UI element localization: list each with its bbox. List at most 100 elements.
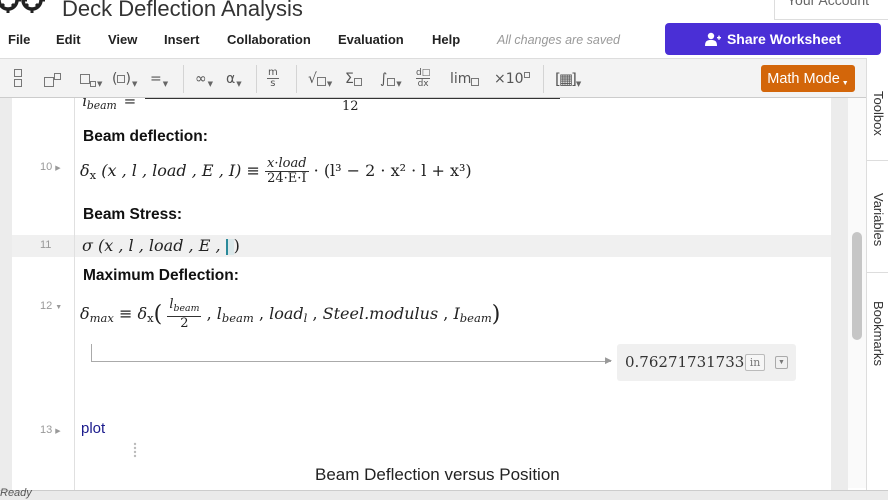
tab-variables[interactable]: Variables	[868, 170, 888, 270]
deflection-args: (x , l , load , E , I)	[101, 161, 242, 180]
chevron-down-icon: ▼	[55, 304, 63, 311]
drag-handle-icon[interactable]	[133, 442, 137, 458]
deflection-tail: · (l³ − 2 · x² · l + x³)	[313, 161, 472, 180]
region-number-10[interactable]: 10 ▶	[40, 161, 61, 173]
region-number-13[interactable]: 13 ▶	[40, 424, 61, 436]
heading-beam-stress[interactable]: Beam Stress:	[83, 206, 182, 224]
text-cursor-placeholder[interactable]	[225, 238, 234, 255]
tab-toolbox-label: Toolbox	[871, 90, 886, 136]
limit-icon[interactable]: lim	[450, 67, 480, 91]
sheet-margin-left	[0, 98, 12, 490]
subscript-template-icon[interactable]: ▼	[80, 67, 102, 91]
sigma-symbol: Σ	[345, 71, 354, 87]
constants-menu[interactable]: ∞ ▼	[195, 67, 213, 91]
math-mode-label: Math Mode	[767, 70, 840, 87]
tab-toolbox[interactable]: Toolbox	[868, 68, 888, 158]
sci-label: ×10	[494, 71, 524, 87]
result-output[interactable]: 0.762717317337 in ▼	[617, 344, 796, 381]
menu-view[interactable]: View	[108, 32, 137, 47]
maxdef-fraction: lbeam 2	[167, 298, 202, 331]
deflection-frac-num: x·load	[265, 156, 309, 172]
maxdef-arg4: Steel.modulus	[322, 304, 439, 323]
maxdef-frac-den: 2	[180, 316, 189, 331]
math-mode-dropdown[interactable]: Math Mode ▼	[761, 65, 855, 92]
deflection-fn: δ	[80, 161, 90, 180]
stress-args: (x , l , load , E ,	[98, 236, 226, 255]
deflection-fraction: x·load 24·E·I	[265, 157, 309, 186]
menu-file[interactable]: File	[8, 32, 30, 47]
region-13-label: 13	[40, 424, 53, 436]
maxdef-arg3-sub: l	[303, 311, 308, 325]
chevron-down-icon[interactable]: ▼	[775, 356, 788, 369]
matrix-icon[interactable]: [▦] ▼	[555, 67, 581, 91]
account-label[interactable]: Your Account	[787, 0, 869, 8]
deriv-bottom: dx	[417, 79, 429, 89]
deflection-sub: x	[89, 168, 97, 182]
sheet-margin-right	[831, 98, 848, 490]
stress-expression[interactable]: σ (x , l , load , E , )	[82, 236, 240, 255]
infinity-icon: ∞	[195, 71, 207, 87]
scientific-notation-icon[interactable]: ×10	[494, 67, 530, 91]
deflection-definition[interactable]: δx (x , l , load , E , I) ≡ x·load 24·E·…	[80, 157, 472, 186]
app-logo-icon	[0, 0, 45, 13]
document-title[interactable]: Deck Deflection Analysis	[62, 0, 303, 22]
status-bar: Ready	[0, 487, 888, 500]
deflection-def-op: ≡	[246, 161, 260, 180]
plot-title: Beam Deflection versus Position	[315, 465, 560, 484]
region-number-11[interactable]: 11	[40, 239, 51, 251]
maxdef-arg2-sub: beam	[221, 311, 254, 325]
region-number-12[interactable]: 12 ▼	[40, 300, 62, 312]
chevron-right-icon: ▶	[55, 428, 61, 435]
menu-bar: File Edit View Insert Collaboration Eval…	[0, 22, 888, 58]
menu-edit[interactable]: Edit	[56, 32, 81, 47]
insert-region-above-icon[interactable]	[14, 69, 22, 93]
partial-equation-top[interactable]: ıbeam =	[82, 92, 560, 112]
stress-fn: σ	[82, 236, 93, 255]
deflection-frac-den: 24·E·I	[267, 171, 307, 186]
maxdef-arg5-sub: beam	[459, 311, 492, 325]
tab-bookmarks-label: Bookmarks	[871, 301, 886, 367]
title-bar: Deck Deflection Analysis Your Account	[0, 0, 888, 22]
summation-icon[interactable]: Σ	[345, 67, 362, 91]
scrollbar-thumb[interactable]	[852, 232, 862, 340]
sqrt-symbol: √	[308, 71, 317, 87]
equals-operator-menu[interactable]: = ▼	[150, 67, 168, 91]
result-unit-placeholder[interactable]: in	[745, 354, 765, 371]
maxdef-call: δ	[137, 304, 148, 323]
insert-region-icon[interactable]	[44, 67, 61, 91]
lim-label: lim	[450, 71, 472, 87]
menu-collaboration[interactable]: Collaboration	[227, 32, 311, 47]
units-menu[interactable]: m s	[267, 68, 279, 92]
menu-evaluation[interactable]: Evaluation	[338, 32, 404, 47]
menu-insert[interactable]: Insert	[164, 32, 199, 47]
greek-letters-menu[interactable]: α ▼	[226, 67, 242, 91]
chevron-down-icon: ▼	[841, 80, 849, 87]
maxdef-def-op: ≡	[119, 304, 133, 323]
heading-beam-deflection[interactable]: Beam deflection:	[83, 128, 208, 146]
share-worksheet-button[interactable]: Share Worksheet	[665, 23, 881, 55]
maxdef-arg3: load	[269, 304, 304, 323]
parentheses-template-icon[interactable]: () ▼	[112, 67, 137, 91]
status-text: Ready	[0, 487, 32, 499]
tab-bookmarks[interactable]: Bookmarks	[868, 284, 888, 384]
heading-maximum-deflection[interactable]: Maximum Deflection:	[83, 267, 239, 285]
gutter-divider	[74, 98, 75, 490]
region-12-label: 12	[40, 300, 53, 312]
radical-operator-icon[interactable]: √ ▼	[308, 67, 332, 91]
save-status: All changes are saved	[497, 33, 620, 47]
max-deflection-definition[interactable]: δmax ≡ δx( lbeam 2 , lbeam , loadl , Ste…	[80, 298, 500, 331]
account-menu[interactable]: Your Account	[774, 0, 888, 20]
arrow-right-icon: ▶	[605, 355, 612, 365]
plot-command[interactable]: plot	[81, 420, 105, 437]
chevron-right-icon: ▶	[55, 165, 61, 172]
menu-help[interactable]: Help	[432, 32, 460, 47]
units-bottom: s	[270, 78, 276, 89]
maxdef-lhs-sub: max	[89, 311, 114, 325]
deriv-top: d□	[416, 68, 431, 79]
integral-symbol: ∫	[380, 71, 388, 87]
partial-denominator: 12	[342, 99, 359, 114]
maxdef-lhs: δ	[80, 304, 90, 323]
add-user-icon	[704, 32, 721, 46]
derivative-icon[interactable]: d□ dx	[416, 68, 431, 92]
integral-icon[interactable]: ∫ ▼	[380, 67, 402, 91]
